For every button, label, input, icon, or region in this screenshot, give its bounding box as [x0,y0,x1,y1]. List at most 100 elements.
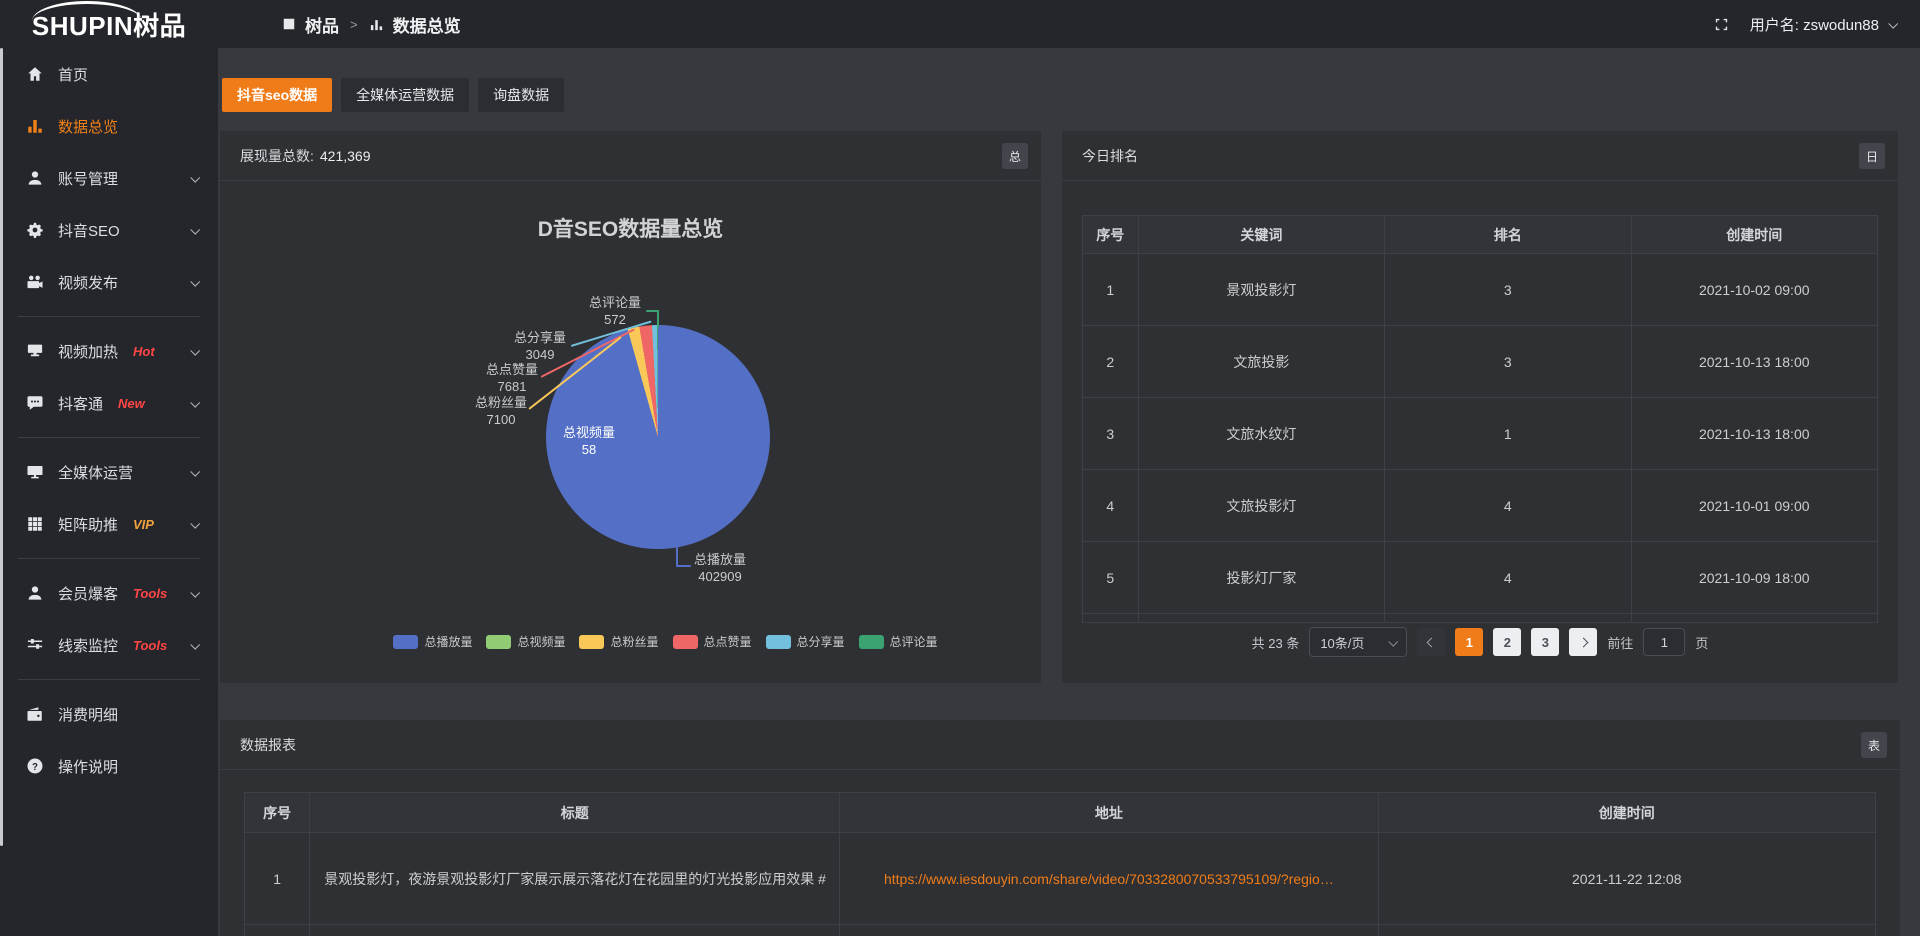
legend-label: 总分享量 [797,633,845,650]
tab-inquiry-data[interactable]: 询盘数据 [478,78,564,112]
sidebar-item-consumption[interactable]: 消费明细 [0,688,218,740]
username-label: 用户名: zswodun88 [1750,14,1879,35]
sidebar-item-omnimedia[interactable]: 全媒体运营 [0,446,218,498]
sidebar-item-label: 全媒体运营 [58,462,133,483]
monitor-icon [26,463,44,481]
table-row-clipped [1083,614,1878,623]
gear-icon [26,221,44,239]
goto-page-input[interactable] [1643,628,1685,656]
page-size-value: 10条/页 [1320,633,1364,652]
user-menu[interactable]: 用户名: zswodun88 [1750,14,1896,35]
sidebar-item-video-publish[interactable]: 视频发布 [0,256,218,308]
total-badge-button[interactable]: 总 [1002,143,1028,169]
sidebar-item-video-heating[interactable]: 视频加热 Hot [0,325,218,377]
sidebar-item-member-blast[interactable]: 会员爆客 Tools [0,567,218,619]
chevron-down-icon [190,224,200,234]
chevron-down-icon [190,345,200,355]
cell-keyword: 文旅水纹灯 [1138,398,1384,470]
sidebar-item-label: 数据总览 [58,116,118,137]
cell-time: 2021-10-09 18:00 [1631,542,1877,614]
user-icon [26,169,44,187]
column-header: 地址 [840,793,1378,833]
day-badge-button[interactable]: 日 [1859,143,1885,169]
chevron-down-icon [1888,18,1898,28]
next-page-button[interactable] [1569,628,1597,656]
chart-panel-header: 展现量总数: 421,369 [220,131,1041,181]
pie-label-videos: 总视频量 58 [529,424,649,458]
grid-icon [26,515,44,533]
bar-chart-icon [369,17,384,32]
chevron-right-icon [1578,637,1588,647]
sidebar-item-lead-monitor[interactable]: 线索监控 Tools [0,619,218,671]
column-header: 排名 [1385,216,1631,254]
sidebar-item-label: 会员爆客 [58,583,118,604]
sidebar-item-label: 矩阵助推 [58,514,118,535]
table-row: 1 景观投影灯，夜游景观投影灯厂家展示展示落花灯在花园里的灯光投影应用效果 # … [245,833,1876,925]
tab-douyin-seo-data[interactable]: 抖音seo数据 [222,78,332,112]
hot-badge: Hot [133,344,155,359]
table-header-row: 序号 标题 地址 创建时间 [245,793,1876,833]
top-right-actions: 用户名: zswodun88 [1713,0,1896,48]
sidebar-item-label: 抖客通 [58,393,103,414]
chevron-down-icon [190,518,200,528]
sidebar-item-label: 账号管理 [58,168,118,189]
page-size-select[interactable]: 10条/页 [1309,627,1407,657]
column-header: 标题 [310,793,840,833]
cell-title: 景观投影灯，夜游景观投影灯厂家展示展示落花灯在花园里的灯光投影应用效果 # [310,833,840,925]
sidebar-item-label: 线索监控 [58,635,118,656]
pie-label-value: 402909 [660,568,780,585]
pie-label-value: 58 [529,441,649,458]
legend-item-plays[interactable]: 总播放量 [393,633,472,650]
chevron-down-icon [190,587,200,597]
legend-swatch [673,635,698,649]
sidebar-item-home[interactable]: 首页 [0,48,218,100]
legend-item-comments[interactable]: 总评论量 [859,633,938,650]
pagination: 共 23 条 10条/页 1 2 3 前往 页 [1062,627,1898,657]
chevron-left-icon [1426,637,1436,647]
legend-item-videos[interactable]: 总视频量 [486,633,565,650]
breadcrumb-root[interactable]: 树品 [305,12,339,37]
legend-item-likes[interactable]: 总点赞量 [673,633,752,650]
chevron-down-icon [190,466,200,476]
column-header: 序号 [1083,216,1139,254]
logo-arc-decoration [32,1,142,21]
tab-omnimedia-data[interactable]: 全媒体运营数据 [341,78,469,112]
sidebar-item-matrix-boost[interactable]: 矩阵助推 VIP [0,498,218,550]
pie-label-shares: 总分享量 3049 [480,329,600,363]
sidebar-item-label: 视频发布 [58,272,118,293]
cell-keyword: 文旅投影灯 [1138,470,1384,542]
legend-item-fans[interactable]: 总粉丝量 [579,633,658,650]
cell-keyword: 景观投影灯 [1138,254,1384,326]
fullscreen-icon[interactable] [1713,16,1730,33]
page-button-3[interactable]: 3 [1531,628,1559,656]
user-icon [26,584,44,602]
app-logo[interactable]: SHUPIN树品 [0,0,218,48]
sliders-icon [26,636,44,654]
sidebar-item-instructions[interactable]: ? 操作说明 [0,740,218,792]
legend-item-shares[interactable]: 总分享量 [766,633,845,650]
question-circle-icon: ? [26,757,44,775]
sidebar-item-account[interactable]: 账号管理 [0,152,218,204]
table-badge-button[interactable]: 表 [1861,732,1887,758]
top-bar: SHUPIN树品 树品 > 数据总览 用户名: zswodun88 [0,0,1920,48]
sidebar-item-douyin-seo[interactable]: 抖音SEO [0,204,218,256]
video-camera-icon [26,273,44,291]
sidebar-item-doketong[interactable]: 抖客通 New [0,377,218,429]
page-button-2[interactable]: 2 [1493,628,1521,656]
cell-index: 1 [245,833,310,925]
cell-rank: 4 [1385,542,1631,614]
leader-line [657,310,659,328]
cell-index: 2 [1083,326,1139,398]
report-link[interactable]: https://www.iesdouyin.com/share/video/70… [884,871,1334,887]
data-tabs: 抖音seo数据 全媒体运营数据 询盘数据 [222,78,564,112]
cell-keyword: 投影灯厂家 [1138,542,1384,614]
leader-line [676,545,678,567]
legend-swatch [859,635,884,649]
ranking-panel-title: 今日排名 [1082,146,1138,166]
table-row: 1 景观投影灯 3 2021-10-02 09:00 [1083,254,1878,326]
prev-page-button[interactable] [1417,628,1445,656]
sidebar-scrollbar[interactable] [0,48,3,846]
page-button-1[interactable]: 1 [1455,628,1483,656]
sidebar-item-data-overview[interactable]: 数据总览 [0,100,218,152]
column-header: 创建时间 [1631,216,1877,254]
